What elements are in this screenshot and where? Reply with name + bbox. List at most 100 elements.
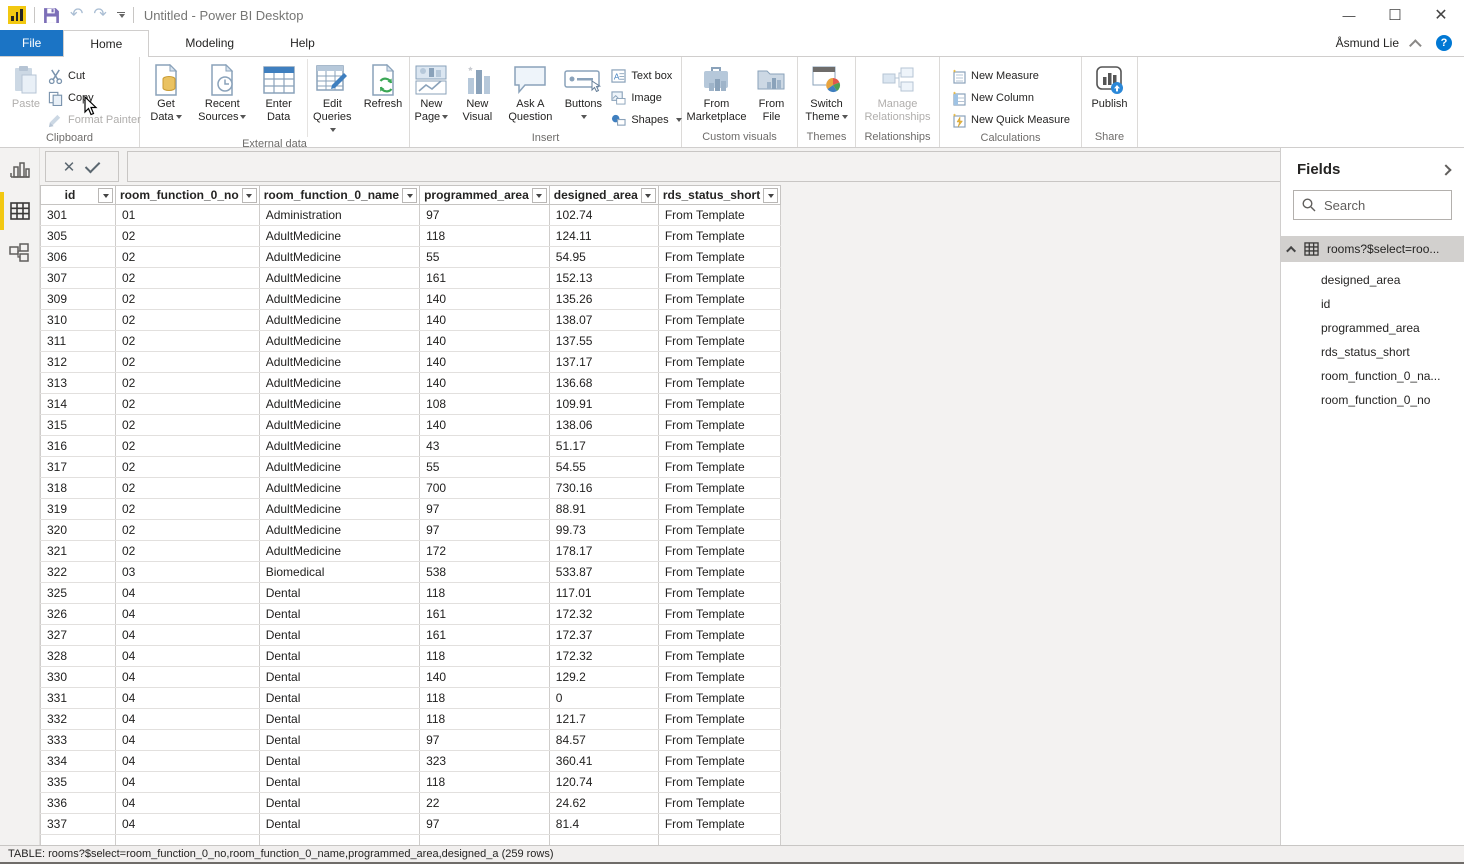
table-cell[interactable]: From Template <box>658 352 780 373</box>
tab-help[interactable]: Help <box>270 30 335 56</box>
collapse-table-icon[interactable] <box>1286 245 1296 255</box>
table-cell[interactable]: From Template <box>658 499 780 520</box>
table-cell[interactable]: 02 <box>116 373 260 394</box>
report-view-button[interactable] <box>0 148 39 190</box>
get-data-button[interactable]: Get Data <box>144 59 188 124</box>
table-cell[interactable]: 43 <box>420 436 550 457</box>
table-cell[interactable]: 02 <box>116 226 260 247</box>
table-cell[interactable]: AdultMedicine <box>259 541 419 562</box>
refresh-button[interactable]: Refresh <box>361 59 405 111</box>
table-cell[interactable]: AdultMedicine <box>259 247 419 268</box>
table-cell[interactable]: 326 <box>41 604 116 625</box>
table-cell[interactable]: 02 <box>116 415 260 436</box>
table-row[interactable]: 30602AdultMedicine5554.95From Template <box>41 247 781 268</box>
table-cell[interactable]: AdultMedicine <box>259 352 419 373</box>
table-cell[interactable]: 03 <box>116 562 260 583</box>
table-cell[interactable]: 331 <box>41 688 116 709</box>
column-header[interactable]: room_function_0_no <box>116 186 260 205</box>
commit-edit-icon[interactable] <box>85 157 101 173</box>
table-cell[interactable]: From Template <box>658 205 780 226</box>
table-cell[interactable]: 310 <box>41 310 116 331</box>
table-cell[interactable]: From Template <box>658 625 780 646</box>
table-cell[interactable]: 04 <box>116 730 260 751</box>
table-row[interactable]: 32804Dental118172.32From Template <box>41 646 781 667</box>
tab-file[interactable]: File <box>0 30 63 56</box>
table-cell[interactable]: 121.7 <box>549 709 658 730</box>
table-row[interactable]: 32002AdultMedicine9799.73From Template <box>41 520 781 541</box>
table-cell[interactable]: 97 <box>420 730 550 751</box>
table-cell[interactable]: 118 <box>420 709 550 730</box>
table-cell[interactable]: 124.11 <box>549 226 658 247</box>
table-cell[interactable]: 04 <box>116 814 260 835</box>
table-cell[interactable]: 172.32 <box>549 604 658 625</box>
table-cell[interactable]: 01 <box>116 205 260 226</box>
table-cell[interactable]: 305 <box>41 226 116 247</box>
tab-modeling[interactable]: Modeling <box>165 30 254 56</box>
table-cell[interactable]: 02 <box>116 394 260 415</box>
table-cell[interactable]: From Template <box>658 541 780 562</box>
table-row[interactable]: 31202AdultMedicine140137.17From Template <box>41 352 781 373</box>
table-cell[interactable]: 315 <box>41 415 116 436</box>
table-cell[interactable]: 538 <box>420 562 550 583</box>
recent-sources-button[interactable]: Recent Sources <box>192 59 253 124</box>
table-cell[interactable]: 02 <box>116 352 260 373</box>
table-cell[interactable]: Dental <box>259 583 419 604</box>
field-item[interactable]: id <box>1281 292 1464 316</box>
fields-search-input[interactable]: Search <box>1293 190 1452 220</box>
table-cell[interactable]: 102.74 <box>549 205 658 226</box>
table-cell[interactable]: Dental <box>259 604 419 625</box>
table-cell[interactable]: AdultMedicine <box>259 415 419 436</box>
table-cell[interactable]: From Template <box>658 436 780 457</box>
fields-table-item[interactable]: rooms?$select=roo... <box>1281 236 1464 262</box>
table-cell[interactable]: 04 <box>116 688 260 709</box>
table-cell[interactable]: 118 <box>420 646 550 667</box>
table-cell[interactable]: 120.74 <box>549 772 658 793</box>
collapse-fields-pane-icon[interactable] <box>1440 164 1451 175</box>
table-cell[interactable]: Dental <box>259 688 419 709</box>
table-cell[interactable]: 118 <box>420 688 550 709</box>
table-cell[interactable]: 327 <box>41 625 116 646</box>
table-cell[interactable]: Dental <box>259 625 419 646</box>
account-name[interactable]: Åsmund Lie <box>1336 36 1399 50</box>
column-filter-icon[interactable] <box>98 188 113 203</box>
table-cell[interactable]: 178.17 <box>549 541 658 562</box>
table-cell[interactable]: 135.26 <box>549 289 658 310</box>
table-cell[interactable]: 136.68 <box>549 373 658 394</box>
table-cell[interactable]: 88.91 <box>549 499 658 520</box>
column-header[interactable]: rds_status_short <box>658 186 780 205</box>
redo-icon[interactable]: ↷ <box>93 7 106 23</box>
table-cell[interactable]: From Template <box>658 226 780 247</box>
table-cell[interactable]: From Template <box>658 562 780 583</box>
table-row[interactable]: 33104Dental1180From Template <box>41 688 781 709</box>
table-cell[interactable]: 360.41 <box>549 751 658 772</box>
table-cell[interactable]: From Template <box>658 730 780 751</box>
table-cell[interactable]: 140 <box>420 289 550 310</box>
table-cell[interactable]: 140 <box>420 415 550 436</box>
table-cell[interactable]: 161 <box>420 625 550 646</box>
table-cell[interactable]: From Template <box>658 709 780 730</box>
table-cell[interactable]: 51.17 <box>549 436 658 457</box>
table-cell[interactable]: From Template <box>658 583 780 604</box>
table-cell[interactable]: AdultMedicine <box>259 394 419 415</box>
publish-button[interactable]: Publish <box>1088 59 1132 111</box>
table-cell[interactable]: 172 <box>420 541 550 562</box>
table-cell[interactable]: 140 <box>420 667 550 688</box>
table-cell[interactable]: 318 <box>41 478 116 499</box>
table-cell[interactable]: 337 <box>41 814 116 835</box>
table-row[interactable]: 30502AdultMedicine118124.11From Template <box>41 226 781 247</box>
table-row[interactable]: 33404Dental323360.41From Template <box>41 751 781 772</box>
table-cell[interactable]: From Template <box>658 394 780 415</box>
cancel-edit-icon[interactable]: ✕ <box>63 158 76 176</box>
table-cell[interactable]: From Template <box>658 751 780 772</box>
table-row[interactable]: 33204Dental118121.7From Template <box>41 709 781 730</box>
table-cell[interactable]: AdultMedicine <box>259 373 419 394</box>
table-cell[interactable]: 02 <box>116 331 260 352</box>
table-cell[interactable]: AdultMedicine <box>259 520 419 541</box>
table-row[interactable]: 31902AdultMedicine9788.91From Template <box>41 499 781 520</box>
table-cell[interactable]: 04 <box>116 772 260 793</box>
table-cell[interactable]: 319 <box>41 499 116 520</box>
table-cell[interactable]: 317 <box>41 457 116 478</box>
table-cell[interactable]: AdultMedicine <box>259 457 419 478</box>
table-cell[interactable]: AdultMedicine <box>259 499 419 520</box>
field-item[interactable]: rds_status_short <box>1281 340 1464 364</box>
